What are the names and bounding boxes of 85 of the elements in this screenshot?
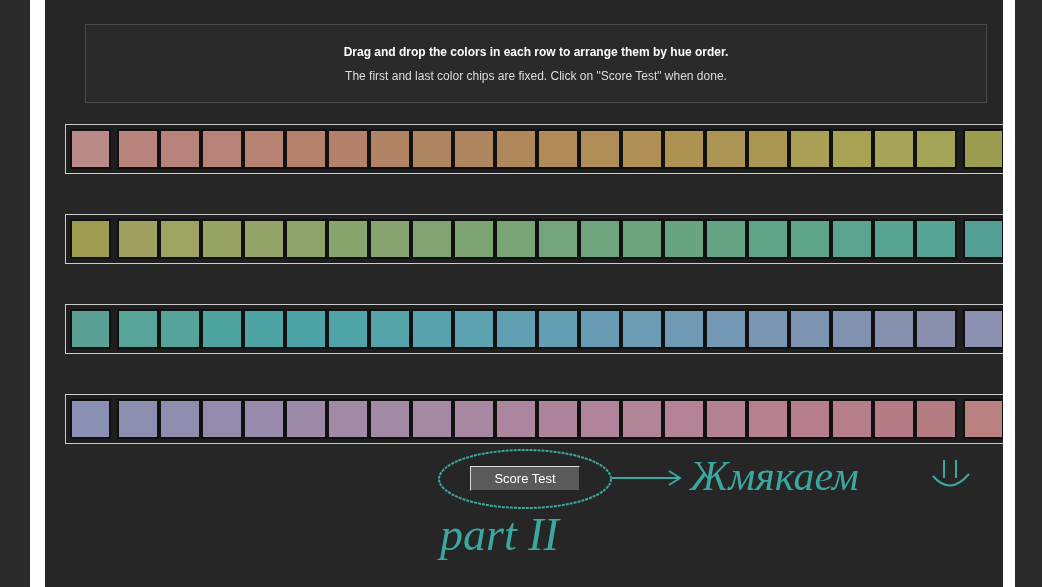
color-chip[interactable]	[285, 399, 327, 439]
color-chip[interactable]	[621, 399, 663, 439]
color-chip[interactable]	[327, 219, 369, 259]
color-chip[interactable]	[117, 309, 159, 349]
color-chip[interactable]	[327, 399, 369, 439]
color-chip[interactable]	[495, 129, 537, 169]
color-chip[interactable]	[705, 129, 747, 169]
color-chip[interactable]	[411, 219, 453, 259]
color-chip[interactable]	[663, 219, 705, 259]
color-chip[interactable]	[789, 309, 831, 349]
instructions-text: The first and last color chips are fixed. Click on "Score Test" when done.	[345, 68, 727, 84]
color-chip[interactable]	[201, 129, 243, 169]
color-chip[interactable]	[327, 129, 369, 169]
color-chip[interactable]	[369, 219, 411, 259]
color-chip[interactable]	[117, 219, 159, 259]
color-chip[interactable]	[453, 309, 495, 349]
color-chip[interactable]	[285, 309, 327, 349]
color-chip[interactable]	[117, 129, 159, 169]
color-chip[interactable]	[327, 309, 369, 349]
color-chip[interactable]	[537, 399, 579, 439]
color-chip[interactable]	[495, 399, 537, 439]
color-chip[interactable]	[915, 129, 957, 169]
color-chip[interactable]	[789, 399, 831, 439]
color-chip[interactable]	[243, 309, 285, 349]
color-chip[interactable]	[201, 399, 243, 439]
handwritten-note: Жмякаем	[690, 452, 859, 500]
color-chip[interactable]	[663, 309, 705, 349]
color-chip[interactable]	[621, 129, 663, 169]
color-chip[interactable]	[789, 129, 831, 169]
color-chip[interactable]	[495, 219, 537, 259]
color-chip[interactable]	[453, 399, 495, 439]
color-chip[interactable]	[705, 399, 747, 439]
color-chip[interactable]	[537, 309, 579, 349]
color-chip[interactable]	[243, 219, 285, 259]
color-chip[interactable]	[117, 399, 159, 439]
color-chip[interactable]	[159, 219, 201, 259]
color-chip[interactable]	[243, 129, 285, 169]
color-chip[interactable]	[495, 309, 537, 349]
color-chip[interactable]	[789, 219, 831, 259]
instructions-title: Drag and drop the colors in each row to arrange them by hue order.	[343, 44, 729, 60]
color-chip[interactable]	[537, 219, 579, 259]
color-chip[interactable]	[411, 129, 453, 169]
color-chip[interactable]	[747, 309, 789, 349]
color-chip[interactable]	[579, 309, 621, 349]
color-chip[interactable]	[411, 309, 453, 349]
color-chip[interactable]	[201, 219, 243, 259]
color-chip[interactable]	[369, 309, 411, 349]
color-chip[interactable]	[579, 399, 621, 439]
color-chip[interactable]	[621, 219, 663, 259]
color-chip[interactable]	[285, 219, 327, 259]
color-chip[interactable]	[747, 219, 789, 259]
color-chip[interactable]	[831, 129, 873, 169]
color-chip[interactable]	[663, 399, 705, 439]
color-chip[interactable]	[747, 399, 789, 439]
color-chip[interactable]	[915, 219, 957, 259]
color-chip[interactable]	[159, 399, 201, 439]
color-chip[interactable]	[747, 129, 789, 169]
color-chip[interactable]	[285, 129, 327, 169]
color-chip[interactable]	[243, 399, 285, 439]
color-chip[interactable]	[873, 219, 915, 259]
color-chip[interactable]	[201, 309, 243, 349]
color-chip[interactable]	[873, 129, 915, 169]
color-chip[interactable]	[705, 219, 747, 259]
color-chip[interactable]	[705, 309, 747, 349]
color-chip[interactable]	[831, 309, 873, 349]
color-chip[interactable]	[831, 399, 873, 439]
color-chip[interactable]	[663, 129, 705, 169]
color-chip[interactable]	[369, 399, 411, 439]
color-chip[interactable]	[369, 129, 411, 169]
color-chip[interactable]	[873, 309, 915, 349]
color-chip[interactable]	[915, 309, 957, 349]
color-chip[interactable]	[159, 309, 201, 349]
color-chip[interactable]	[537, 129, 579, 169]
arrow-icon	[611, 468, 683, 488]
color-chip[interactable]	[873, 399, 915, 439]
color-chip[interactable]	[915, 399, 957, 439]
color-chip[interactable]	[579, 129, 621, 169]
score-test-button[interactable]: Score Test	[470, 466, 580, 492]
color-chip[interactable]	[579, 219, 621, 259]
color-chip[interactable]	[453, 129, 495, 169]
color-chip[interactable]	[453, 219, 495, 259]
color-chip[interactable]	[411, 399, 453, 439]
color-chip[interactable]	[831, 219, 873, 259]
color-chip[interactable]	[159, 129, 201, 169]
color-chip[interactable]	[621, 309, 663, 349]
